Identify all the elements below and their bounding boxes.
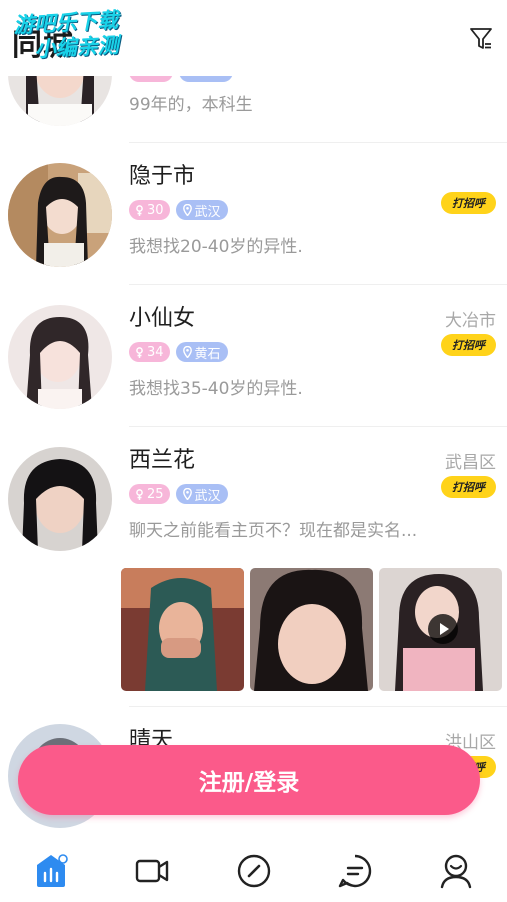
gender-icon (136, 346, 143, 358)
gender-icon (136, 204, 143, 216)
profile-icon (441, 854, 472, 889)
register-login-button[interactable]: 注册/登录 (18, 745, 480, 815)
greet-button[interactable]: 打招呼 (441, 192, 496, 214)
list-item[interactable]: 隐于市 打招呼 30 武汉 我想找20-40岁的异性. (0, 142, 507, 285)
messages-icon (338, 854, 372, 888)
location-tag: 武汉 (175, 484, 228, 504)
user-bio: 我想找35-40岁的异性. (129, 379, 303, 399)
discover-icon (237, 854, 270, 888)
tab-messages[interactable] (304, 840, 405, 902)
tab-discover[interactable] (203, 840, 304, 902)
tab-home[interactable] (0, 840, 101, 902)
gender-icon (136, 488, 143, 500)
filter-icon[interactable] (467, 24, 495, 52)
user-name: 隐于市 (129, 164, 196, 189)
district-label: 武昌区 (445, 453, 496, 473)
avatar[interactable] (8, 447, 112, 551)
location-pin-icon (182, 346, 192, 358)
home-icon (36, 854, 68, 887)
list-item[interactable]: 小仙女 大冶市 打招呼 34 黄石 我想找35-40岁的异性. (0, 284, 507, 427)
location-tag: 黄石 (175, 342, 228, 362)
play-icon[interactable] (428, 614, 458, 644)
watermark: 游吧乐下载 小编亲测 (12, 8, 120, 62)
age-tag: 34 (129, 342, 170, 362)
tab-profile[interactable] (406, 840, 507, 902)
user-bio: 99年的，本科生 (129, 95, 253, 115)
location-pin-icon (182, 488, 192, 500)
district-label: 大冶市 (445, 311, 496, 331)
avatar[interactable] (8, 163, 112, 267)
bottom-tab-bar (0, 840, 507, 902)
age-tag: 30 (129, 200, 170, 220)
user-bio: 聊天之前能看主页不？现在都是实名... (129, 521, 418, 541)
location-tag: 武汉 (175, 200, 228, 220)
gallery-video[interactable] (379, 568, 502, 691)
location-pin-icon (182, 204, 192, 216)
age-tag: 25 (129, 484, 170, 504)
gallery-photo[interactable] (250, 568, 373, 691)
greet-button[interactable]: 打招呼 (441, 334, 496, 356)
avatar[interactable] (8, 305, 112, 409)
photo-gallery (121, 568, 502, 691)
tab-video[interactable] (101, 840, 202, 902)
user-name: 小仙女 (129, 306, 196, 331)
video-icon (135, 859, 169, 883)
greet-button[interactable]: 打招呼 (441, 476, 496, 498)
gallery-photo[interactable] (121, 568, 244, 691)
user-name: 西兰花 (129, 448, 196, 473)
user-bio: 我想找20-40岁的异性. (129, 237, 303, 257)
